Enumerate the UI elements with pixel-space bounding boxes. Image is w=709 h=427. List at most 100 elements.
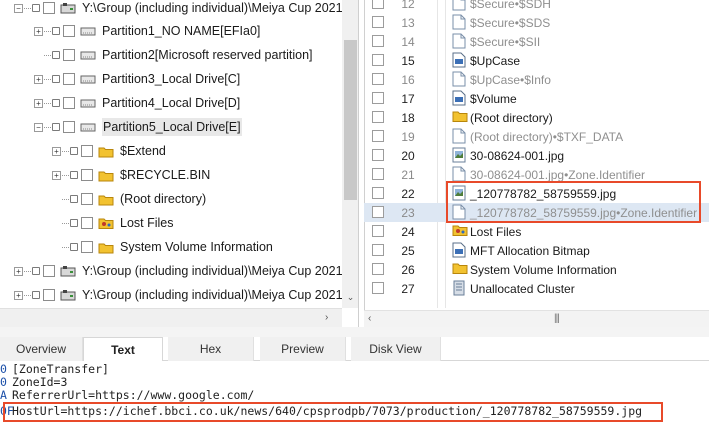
partition-icon	[80, 97, 96, 109]
tab-preview[interactable]: Preview	[260, 337, 346, 361]
collapse-icon[interactable]: −	[34, 122, 43, 132]
row-checkbox[interactable]	[372, 282, 384, 294]
row-index: 25	[401, 243, 415, 258]
file-list-row[interactable]: 26 System Volume Information	[364, 260, 709, 279]
tree-node-extend[interactable]: + $Extend	[52, 139, 166, 163]
file-list-row[interactable]: 19 (Root directory)•$TXF_DATA	[364, 127, 709, 146]
partition-icon	[80, 121, 96, 133]
folder-icon	[98, 145, 114, 158]
row-checkbox[interactable]	[372, 35, 384, 47]
tree-checkbox[interactable]	[63, 97, 75, 109]
row-index: 12	[401, 0, 415, 11]
lost-files-icon	[98, 216, 114, 230]
tree-checkbox[interactable]	[43, 265, 55, 277]
tree-checkbox[interactable]	[63, 121, 75, 133]
row-checkbox[interactable]	[372, 168, 384, 180]
tree-connector	[44, 78, 51, 80]
tree-checkbox[interactable]	[81, 241, 93, 253]
row-checkbox[interactable]	[372, 73, 384, 85]
tree-checkbox[interactable]	[81, 169, 93, 181]
row-checkbox[interactable]	[372, 263, 384, 275]
tree-checkbox[interactable]	[81, 217, 93, 229]
file-list-row[interactable]: 24 Lost Files	[364, 222, 709, 241]
scroll-right-arrow-icon[interactable]: ›	[325, 312, 328, 323]
expand-icon[interactable]: +	[14, 266, 23, 276]
row-checkbox[interactable]	[372, 130, 384, 142]
scroll-down-arrow-icon[interactable]: ⌄	[342, 292, 358, 303]
tree-node-drive[interactable]: + Y:\Group (including individual)\Meiya …	[14, 259, 359, 283]
tree-node-label: Y:\Group (including individual)\Meiya Cu…	[82, 288, 359, 302]
file-icon	[452, 14, 466, 33]
row-index: 22	[401, 186, 415, 201]
row-checkbox[interactable]	[372, 187, 384, 199]
row-index: 16	[401, 72, 415, 87]
list-horizontal-scrollbar[interactable]: ‹ |||	[364, 310, 709, 327]
tree-checkbox[interactable]	[81, 193, 93, 205]
row-index: 24	[401, 224, 415, 239]
file-list-row[interactable]: 14 $Secure•$SII	[364, 32, 709, 51]
tree-node-recycle-bin[interactable]: + $RECYCLE.BIN	[52, 163, 210, 187]
tree-connector	[62, 246, 69, 248]
tree-connector	[24, 7, 31, 9]
pane-splitter[interactable]	[0, 327, 709, 337]
row-checkbox[interactable]	[372, 206, 384, 218]
row-checkbox[interactable]	[372, 225, 384, 237]
tree-node-system-volume-information[interactable]: System Volume Information	[52, 235, 273, 259]
evidence-tree-pane[interactable]: − Y:\Group (including individual)\Meiya …	[0, 0, 359, 327]
row-checkbox[interactable]	[372, 16, 384, 28]
tree-horizontal-scrollbar[interactable]: ›	[0, 308, 342, 327]
tree-node-partition1[interactable]: + Partition1_NO NAME[EFIa0]	[34, 19, 260, 43]
tree-node-root-directory[interactable]: (Root directory)	[52, 187, 206, 211]
expand-icon[interactable]: +	[52, 146, 61, 156]
file-list-row[interactable]: 25 MFT Allocation Bitmap	[364, 241, 709, 260]
tab-disk-view[interactable]: Disk View	[351, 337, 441, 361]
tree-checkbox[interactable]	[63, 73, 75, 85]
tree-node-lost-files[interactable]: Lost Files	[52, 211, 174, 235]
tree-checkbox[interactable]	[81, 145, 93, 157]
scrollbar-thumb[interactable]	[344, 40, 357, 200]
tree-node-partition5[interactable]: − Partition5_Local Drive[E]	[34, 115, 242, 139]
expand-icon[interactable]: +	[14, 290, 23, 300]
folder-icon	[98, 241, 114, 254]
file-icon	[452, 71, 466, 90]
row-checkbox[interactable]	[372, 92, 384, 104]
tree-node-drive[interactable]: + Y:\Group (including individual)\Meiya …	[14, 283, 359, 307]
tree-vertical-scrollbar[interactable]: ⌄	[342, 0, 358, 308]
file-list-row[interactable]: 13 $Secure•$SDS	[364, 13, 709, 32]
tree-node-partition2[interactable]: Partition2[Microsoft reserved partition]	[34, 43, 313, 67]
tab-overview[interactable]: Overview	[0, 337, 83, 361]
row-checkbox[interactable]	[372, 0, 384, 9]
expand-icon[interactable]: +	[34, 26, 43, 36]
row-checkbox[interactable]	[372, 149, 384, 161]
file-list-row[interactable]: 12 $Secure•$SDH	[364, 0, 709, 13]
tree-node-partition4[interactable]: + Partition4_Local Drive[D]	[34, 91, 240, 115]
expand-icon[interactable]: +	[34, 98, 43, 108]
tree-node-partition3[interactable]: + Partition3_Local Drive[C]	[34, 67, 240, 91]
collapse-icon[interactable]: −	[14, 3, 23, 13]
tree-connector	[44, 54, 51, 56]
tab-hex[interactable]: Hex	[168, 337, 254, 361]
tab-text[interactable]: Text	[83, 337, 163, 362]
link-icon	[32, 4, 40, 12]
row-checkbox[interactable]	[372, 111, 384, 123]
file-list-row[interactable]: 20 30-08624-001.jpg	[364, 146, 709, 165]
file-list-row[interactable]: 15 $UpCase	[364, 51, 709, 70]
scrollbar-grip-icon[interactable]: |||	[554, 313, 560, 324]
tree-node-label: Y:\Group (including individual)\Meiya Cu…	[82, 264, 359, 278]
file-icon	[452, 0, 466, 14]
expand-icon[interactable]: +	[52, 170, 61, 180]
row-checkbox[interactable]	[372, 54, 384, 66]
tree-checkbox[interactable]	[63, 25, 75, 37]
file-list-row[interactable]: 17 $Volume	[364, 89, 709, 108]
tree-checkbox[interactable]	[63, 49, 75, 61]
file-list-row[interactable]: 18 (Root directory)	[364, 108, 709, 127]
row-checkbox[interactable]	[372, 244, 384, 256]
file-list-row[interactable]: 27 Unallocated Cluster	[364, 279, 709, 298]
expand-icon[interactable]: +	[34, 74, 43, 84]
tree-checkbox[interactable]	[43, 289, 55, 301]
tree-node-drive[interactable]: − Y:\Group (including individual)\Meiya …	[14, 0, 358, 20]
drive-image-icon	[60, 264, 76, 278]
scroll-left-arrow-icon[interactable]: ‹	[368, 313, 371, 324]
tree-checkbox[interactable]	[43, 2, 55, 14]
file-list-row[interactable]: 16 $UpCase•$Info	[364, 70, 709, 89]
